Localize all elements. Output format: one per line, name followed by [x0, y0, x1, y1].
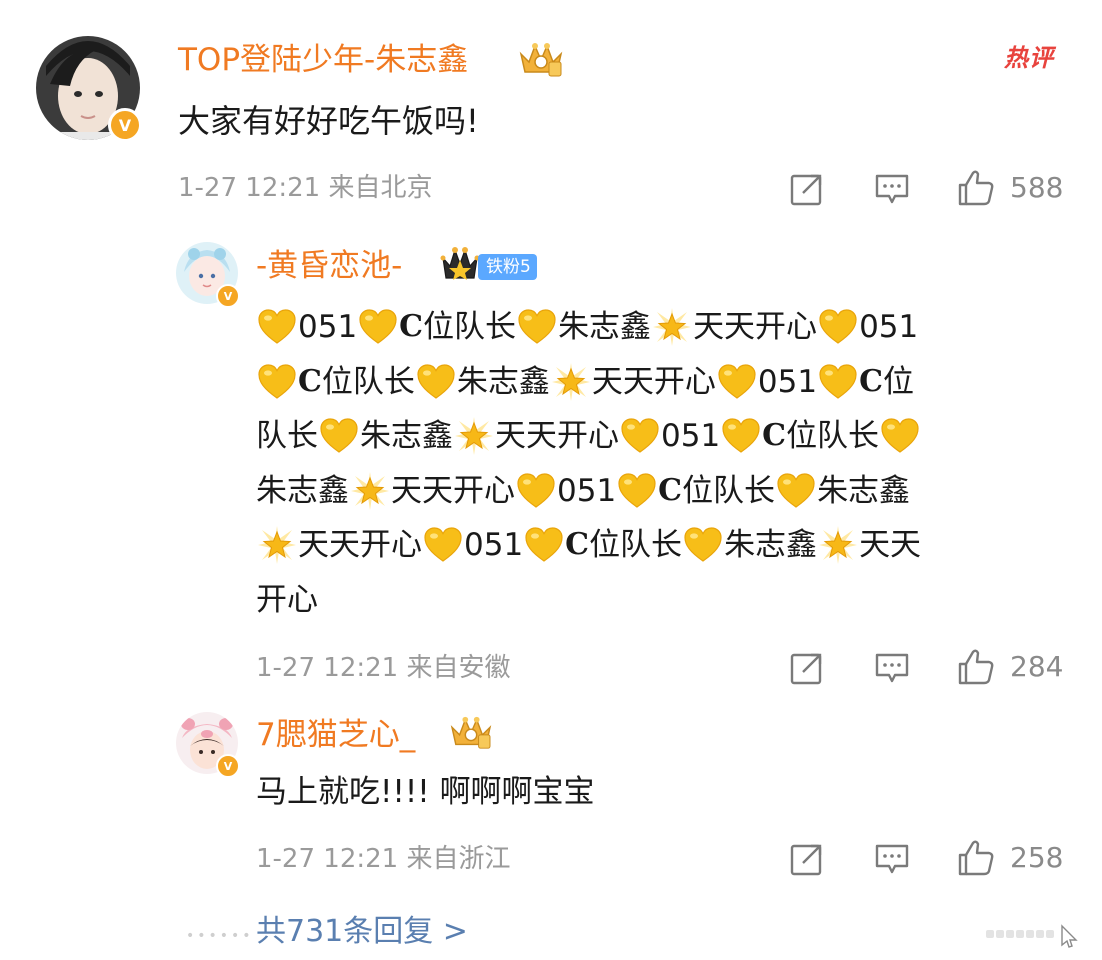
yellow-heart-icon: [359, 309, 397, 344]
glowing-star-icon: [819, 526, 858, 565]
reply-text-segment: 051: [557, 472, 617, 509]
like-icon[interactable]: [956, 647, 996, 687]
username-reply-1[interactable]: -黄昏恋池-: [256, 246, 402, 286]
avatar-reply-2[interactable]: V: [176, 712, 240, 778]
yellow-heart-icon: [424, 527, 462, 562]
avatar-reply-1[interactable]: V: [176, 242, 240, 308]
like-count-reply-1: 284: [1010, 650, 1064, 683]
reply-text-segment: 朱志鑫: [817, 472, 911, 509]
like-count-main: 588: [1010, 171, 1064, 204]
reply-text-segment: 051: [661, 418, 721, 454]
yellow-heart-icon: [819, 364, 857, 399]
reply-text-segment: 朱志鑫: [558, 309, 652, 345]
reply-text-segment: 051: [464, 527, 524, 563]
reply-text-segment: 开心: [256, 581, 318, 618]
glowing-star-icon: [551, 362, 590, 401]
reply-text-segment: 朱志鑫: [724, 527, 818, 563]
reply-text-segment: 天天开心: [495, 418, 619, 454]
verified-badge: V: [216, 284, 240, 308]
share-icon[interactable]: [789, 171, 825, 207]
yellow-heart-icon: [718, 364, 756, 399]
reply-text-segment: 051: [757, 363, 818, 400]
reply-text-segment: 天天开心: [693, 309, 818, 345]
reply-text-segment: 位队长: [423, 309, 517, 345]
reply-text-segment: 朱志鑫: [456, 363, 550, 400]
reply-text-segment: C: [399, 309, 424, 344]
like-icon[interactable]: [956, 838, 996, 878]
weibo-comment-thread: V TOP登陆少年-朱志鑫 热评 大家有好好吃午饭吗! 1-27 12:21 来…: [0, 0, 1102, 960]
like-icon[interactable]: [956, 168, 996, 208]
watermark-logo: [986, 924, 1078, 948]
like-count-reply-2: 258: [1010, 841, 1064, 874]
verified-badge: V: [108, 108, 142, 142]
hot-comment-tag: 热评: [1004, 44, 1054, 72]
yellow-heart-icon: [525, 527, 563, 562]
thread-connector-dots: ••••••: [186, 928, 254, 944]
reply-text-segment: 天天开心: [391, 472, 515, 509]
comment-meta-reply-2: 1-27 12:21 来自浙江: [256, 844, 511, 874]
reply-text-line: 队长 朱志鑫 天天开心 051 C 位队长: [256, 409, 1056, 464]
reply-text-line: 开心: [256, 573, 1056, 628]
reply-text-segment: 位队长: [321, 363, 415, 400]
reply-text-segment: 051: [859, 309, 919, 345]
reply-text-line: C 位队长 朱志鑫 天天开心 051 C 位: [256, 355, 1056, 410]
username-main[interactable]: TOP登陆少年-朱志鑫: [178, 40, 468, 80]
reply-text-segment: 位队长: [589, 527, 683, 563]
reply-text-segment: 队长: [256, 418, 318, 454]
yellow-heart-icon: [618, 473, 656, 508]
yellow-heart-icon: [258, 309, 296, 344]
yellow-heart-icon: [517, 473, 555, 508]
reply-text-line: 天天开心 051 C 位队长 朱志鑫 天天: [256, 518, 1056, 573]
crown-badge-icon: [450, 716, 492, 749]
yellow-heart-icon: [684, 527, 722, 562]
reply-text-line: 朱志鑫 天天开心 051 C 位队长 朱志鑫: [256, 464, 1056, 519]
comment-icon[interactable]: [874, 842, 910, 876]
comment-text-reply-1: 051 C 位队长 朱志鑫 天天开心 051 C 位队长 朱志鑫 天天开心 051 C 位队长 朱志鑫 天天…: [256, 300, 1056, 627]
comment-meta-reply-1: 1-27 12:21 来自安徽: [256, 653, 511, 683]
glowing-star-icon: [455, 417, 493, 456]
yellow-heart-icon: [417, 364, 455, 399]
reply-text-segment: 朱志鑫: [256, 472, 349, 509]
comment-text-main: 大家有好好吃午饭吗!: [178, 102, 479, 140]
reply-text-segment: C: [658, 472, 683, 508]
yellow-heart-icon: [777, 473, 815, 508]
reply-text-segment: 天天开心: [591, 363, 716, 400]
glowing-star-icon: [258, 526, 296, 565]
glowing-star-icon: [653, 308, 692, 347]
crown-badge-icon: [440, 247, 480, 280]
reply-text-segment: C: [565, 527, 590, 562]
reply-text-segment: 位队长: [682, 472, 776, 509]
reply-text-segment: 天天开心: [298, 527, 422, 563]
comment-text-reply-2: 马上就吃!!!! 啊啊啊宝宝: [256, 774, 595, 810]
reply-text-segment: 位队长: [786, 418, 880, 454]
username-reply-2[interactable]: 7腮猫芝心_: [256, 715, 415, 755]
fan-level-badge: 铁粉5: [478, 254, 537, 280]
comment-icon[interactable]: [874, 651, 910, 685]
reply-text-segment: 051: [298, 309, 358, 345]
avatar-main[interactable]: V: [36, 36, 142, 142]
share-icon[interactable]: [789, 841, 825, 877]
reply-text-segment: 位: [882, 363, 914, 400]
yellow-heart-icon: [518, 309, 556, 344]
share-icon[interactable]: [789, 650, 825, 686]
reply-text-segment: 天天: [859, 527, 922, 563]
reply-text-segment: C: [298, 363, 322, 399]
crown-badge-icon: [519, 43, 563, 77]
reply-text-line: 051 C 位队长 朱志鑫 天天开心 051: [256, 300, 1056, 355]
yellow-heart-icon: [258, 364, 296, 399]
glowing-star-icon: [351, 471, 389, 510]
yellow-heart-icon: [881, 418, 919, 453]
reply-text-segment: C: [762, 418, 787, 453]
comment-meta-main: 1-27 12:21 来自北京: [178, 173, 433, 203]
reply-text-segment: C: [859, 363, 883, 399]
yellow-heart-icon: [320, 418, 358, 453]
verified-badge: V: [216, 754, 240, 778]
more-replies-link[interactable]: 共731条回复 >: [256, 912, 468, 952]
yellow-heart-icon: [819, 309, 857, 344]
yellow-heart-icon: [621, 418, 659, 453]
reply-text-segment: 朱志鑫: [360, 418, 453, 454]
comment-icon[interactable]: [874, 172, 910, 206]
yellow-heart-icon: [722, 418, 760, 453]
